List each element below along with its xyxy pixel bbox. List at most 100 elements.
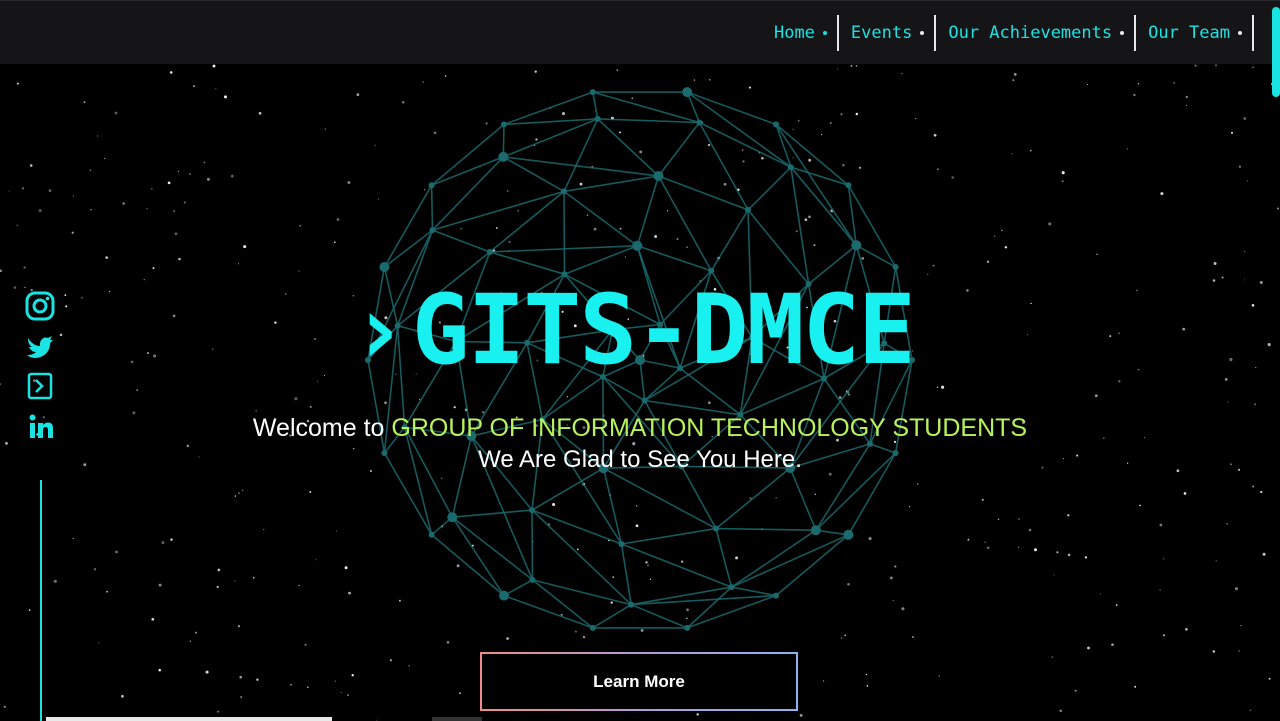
globe-node: [429, 227, 436, 234]
welcome-org-name: GROUP OF INFORMATION TECHNOLOGY STUDENTS: [391, 414, 1028, 442]
globe-node: [728, 584, 735, 591]
globe-node: [379, 262, 390, 272]
globe-node: [641, 397, 648, 404]
globe-edge: [657, 175, 712, 272]
learn-more-button[interactable]: Learn More: [480, 652, 798, 711]
globe-edge: [731, 534, 849, 588]
globe-edge: [431, 123, 505, 186]
globe-edge: [452, 509, 533, 518]
nav-item-home-label: Home: [773, 23, 815, 43]
globe-edge: [636, 175, 660, 247]
nav-item-team[interactable]: Our Team: [1136, 15, 1254, 51]
globe-edge: [715, 528, 733, 588]
terminal-icon[interactable]: [24, 370, 56, 402]
horizontal-scrollbar-track: [432, 717, 482, 721]
globe-node: [653, 171, 664, 181]
nav-item-events[interactable]: Events: [839, 15, 937, 51]
instagram-icon[interactable]: [24, 290, 56, 322]
globe-node: [428, 182, 435, 189]
nav-menu: Home Events Our Achievements Our Team: [774, 15, 1254, 51]
nav-item-events-label: Events: [850, 23, 913, 43]
globe-node: [428, 531, 435, 538]
globe-node: [529, 576, 536, 583]
welcome-prefix: Welcome to: [252, 414, 392, 442]
globe-edge: [432, 229, 491, 253]
nav-dot-icon: [1238, 31, 1242, 35]
hero-title-text: GITS-DMCE: [411, 274, 916, 386]
nav-item-team-label: Our Team: [1148, 23, 1230, 43]
globe-edge: [431, 156, 504, 186]
twitter-icon[interactable]: [24, 330, 56, 362]
globe-edge: [747, 166, 792, 211]
globe-edge: [489, 251, 565, 275]
globe-node: [589, 624, 596, 631]
globe-edge: [602, 468, 623, 545]
globe-edge: [710, 209, 749, 272]
globe-node: [708, 267, 715, 274]
globe-edge: [503, 594, 594, 629]
globe-edge: [592, 91, 599, 120]
globe-edge: [621, 543, 732, 588]
nav-dot-icon: [1120, 31, 1125, 35]
globe-edge: [383, 184, 433, 268]
globe-node: [628, 601, 635, 608]
globe-node: [696, 119, 703, 126]
globe-edge: [789, 467, 817, 531]
nav-item-achievements[interactable]: Our Achievements: [936, 15, 1137, 51]
nav-dot-icon: [822, 31, 827, 35]
globe-edge: [715, 467, 791, 530]
top-navbar: Home Events Our Achievements Our Team: [0, 0, 1280, 97]
globe-edge: [698, 122, 749, 211]
globe-edge: [630, 603, 688, 629]
globe-edge: [430, 185, 434, 231]
globe-edge: [658, 175, 749, 211]
globe-node: [851, 240, 862, 251]
globe-node: [501, 121, 507, 128]
globe-edge: [731, 586, 777, 597]
globe-node: [589, 89, 596, 96]
nav-item-home[interactable]: Home: [774, 15, 839, 51]
globe-node: [713, 525, 719, 532]
globe-node: [499, 590, 509, 601]
globe-node: [843, 529, 854, 540]
globe-node: [498, 151, 509, 162]
globe-node: [787, 164, 794, 171]
globe-edge: [731, 529, 817, 588]
nav-item-achievements-label: Our Achievements: [948, 23, 1113, 43]
globe-node: [892, 264, 899, 270]
hero-tagline: We Are Glad to See You Here.: [478, 446, 802, 473]
globe-edge: [531, 509, 622, 545]
nav-dot-icon: [920, 31, 925, 35]
globe-edge: [775, 123, 857, 246]
globe-edge: [563, 191, 566, 275]
globe-node: [594, 115, 601, 122]
globe-node: [561, 188, 567, 195]
globe-edge: [564, 245, 638, 275]
globe-node: [632, 240, 643, 251]
globe-node: [618, 541, 625, 547]
globe-edge: [597, 118, 700, 124]
globe-edge: [503, 156, 659, 177]
globe-edge: [451, 516, 533, 581]
globe-node: [810, 525, 821, 536]
globe-edge: [657, 122, 701, 177]
scrollbar-thumb[interactable]: [1272, 7, 1280, 97]
globe-edge: [451, 516, 505, 597]
globe-edge: [489, 190, 565, 253]
horizontal-scrollbar[interactable]: [46, 717, 332, 721]
globe-node: [773, 592, 779, 599]
globe-edge: [686, 91, 777, 126]
globe-edge: [775, 534, 849, 597]
globe-edge: [597, 118, 660, 177]
globe-edge: [715, 527, 816, 531]
globe-edge: [431, 534, 505, 597]
globe-node: [682, 87, 693, 98]
hero-title: ›GITS-DMCE: [350, 280, 950, 380]
globe-edge: [563, 190, 638, 247]
globe-edge: [502, 156, 565, 193]
globe-node: [773, 121, 779, 128]
globe-node: [745, 206, 751, 213]
globe-node: [529, 507, 535, 514]
page: Home Events Our Achievements Our Team ›G…: [0, 0, 1280, 721]
globe-node: [486, 249, 493, 255]
